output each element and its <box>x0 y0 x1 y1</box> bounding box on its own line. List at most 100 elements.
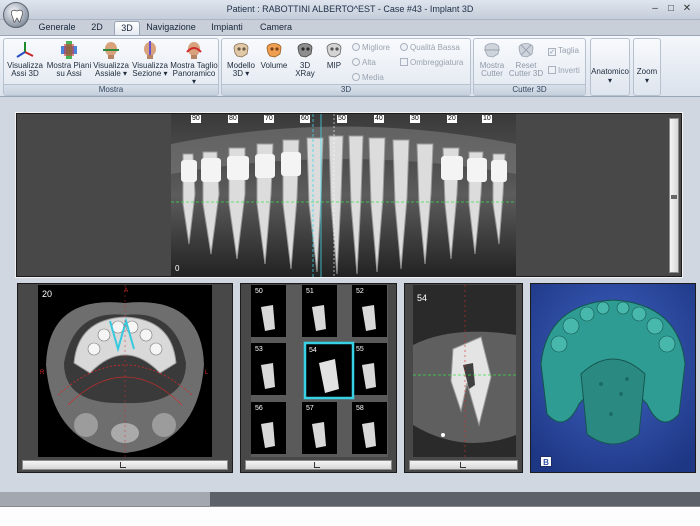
model-3d-label: B <box>540 456 552 467</box>
skull-model-icon <box>233 43 249 58</box>
volume-button[interactable]: Volume <box>258 40 290 85</box>
cross-section-graphic <box>251 285 387 454</box>
show-axial-button[interactable]: Visualizza Assiale ▾ <box>92 40 130 85</box>
zoom-button[interactable]: Zoom ▾ <box>633 38 661 96</box>
tab-generale[interactable]: Generale <box>34 21 80 35</box>
panoramic-view[interactable]: 90 80 70 60 50 40 30 20 10 0 <box>15 112 683 278</box>
axial-slice-number: 20 <box>42 289 53 299</box>
model-3d-button[interactable]: Modello 3D ▾ <box>224 40 258 85</box>
panoramic-corner-label: 0 <box>175 264 180 273</box>
tab-3d[interactable]: 3D <box>114 21 140 35</box>
maximize-icon[interactable]: □ <box>664 3 678 15</box>
section-detail-image: 54 <box>413 285 516 457</box>
tab-impianti[interactable]: Impianti <box>206 21 248 35</box>
skull-volume-icon <box>266 43 282 58</box>
section-label: 58 <box>356 405 364 412</box>
group-mostra: Visualizza Assi 3D Mostra Piani su Assi … <box>3 38 219 96</box>
ruler-label: 70 <box>264 115 274 123</box>
section-label: 52 <box>356 288 364 295</box>
axial-scrollbar[interactable] <box>22 460 228 470</box>
marker-left: L <box>205 370 209 376</box>
app-menu-button[interactable] <box>3 2 29 28</box>
option-alta[interactable]: Alta <box>352 58 376 67</box>
show-section-button[interactable]: Visualizza Sezione ▾ <box>130 40 170 85</box>
ruler-label: 60 <box>300 115 310 123</box>
jaw-3d-model-graphic <box>531 284 695 472</box>
planes-icon <box>61 41 77 59</box>
group-cutter-label: Cutter 3D <box>474 84 585 95</box>
axial-view[interactable]: 20 A R L <box>17 283 233 473</box>
scroll-thumb[interactable] <box>314 462 320 468</box>
marker-right: R <box>40 370 45 376</box>
scroll-thumb[interactable] <box>460 462 466 468</box>
axes-icon <box>16 42 34 58</box>
ruler-label: 20 <box>447 115 457 123</box>
section-label: 56 <box>255 405 263 412</box>
group-cutter: Mostra Cutter Reset Cutter 3D ✓ Taglia In… <box>473 38 586 96</box>
reset-cutter-button[interactable]: Reset Cutter 3D <box>508 40 544 85</box>
option-qualita-bassa[interactable]: Qualità Bassa <box>400 43 460 52</box>
show-planes-button[interactable]: Mostra Piani su Assi <box>46 40 92 85</box>
status-bar <box>0 506 700 526</box>
section-detail-scrollbar[interactable] <box>409 460 518 470</box>
cross-section-scrollbar[interactable] <box>245 460 392 470</box>
ruler-label: 30 <box>410 115 420 123</box>
section-label: 57 <box>306 405 314 412</box>
option-ombreggiatura[interactable]: Ombreggiatura <box>400 58 463 67</box>
workspace: 90 80 70 60 50 40 30 20 10 0 20 A R L 50… <box>0 97 700 492</box>
panoramic-xray-graphic <box>171 114 516 277</box>
group-3d: Modello 3D ▾ Volume 3D XRay MIP Migliore… <box>221 38 471 96</box>
option-inverti[interactable]: Inverti <box>548 66 580 75</box>
section-label-selected: 54 <box>309 347 317 354</box>
scroll-thumb[interactable] <box>671 195 677 199</box>
section-label: 50 <box>255 288 263 295</box>
section-detail-view[interactable]: 54 <box>404 283 523 473</box>
xray-3d-button[interactable]: 3D XRay <box>290 40 320 85</box>
group-3d-label: 3D <box>222 84 470 95</box>
show-3d-axes-button[interactable]: Visualizza Assi 3D <box>6 40 44 85</box>
anatomico-button[interactable]: Anatomico ▾ <box>590 38 630 96</box>
section-head-icon <box>144 41 156 59</box>
section-label: 55 <box>356 346 364 353</box>
close-icon[interactable]: ✕ <box>680 3 694 15</box>
minimize-icon[interactable]: – <box>648 3 662 15</box>
scroll-thumb[interactable] <box>120 462 126 468</box>
panoramic-head-icon <box>186 42 202 59</box>
status-area <box>0 492 700 526</box>
tab-navigazione[interactable]: Navigazione <box>144 21 198 35</box>
marker-anterior: A <box>124 288 129 294</box>
option-migliore[interactable]: Migliore <box>352 43 390 52</box>
model-3d-view[interactable]: B <box>530 283 696 473</box>
cross-section-grid[interactable]: 50 51 52 53 54 55 56 57 58 <box>240 283 397 473</box>
ribbon: Visualizza Assi 3D Mostra Piani su Assi … <box>0 35 700 97</box>
window-title: Patient : RABOTTINI ALBERTO^EST - Case #… <box>226 4 474 14</box>
ruler-label: 80 <box>228 115 238 123</box>
panoramic-image: 90 80 70 60 50 40 30 20 10 0 <box>171 114 516 277</box>
tab-2d[interactable]: 2D <box>84 21 110 35</box>
axial-image: 20 A R L <box>38 285 212 457</box>
ruler-label: 90 <box>191 115 201 123</box>
section-detail-graphic <box>413 285 516 457</box>
show-cutter-button[interactable]: Mostra Cutter <box>476 40 508 85</box>
axial-head-icon <box>103 42 119 59</box>
tooth-logo-icon <box>10 9 24 23</box>
status-strip <box>210 492 700 506</box>
group-mostra-label: Mostra <box>4 84 218 95</box>
section-label: 53 <box>255 346 263 353</box>
show-panoramic-button[interactable]: Mostra Taglio Panoramico ▾ <box>170 40 218 86</box>
ruler-label: 10 <box>482 115 492 123</box>
tab-camera[interactable]: Camera <box>256 21 296 35</box>
chevron-down-icon: ▾ <box>607 76 612 85</box>
panoramic-scrollbar[interactable] <box>669 118 679 273</box>
axial-xray-graphic <box>38 285 212 457</box>
cross-section-thumbnails: 50 51 52 53 54 55 56 57 58 <box>251 285 388 457</box>
chevron-down-icon: ▾ <box>644 76 649 85</box>
skull-xray-icon <box>297 43 313 58</box>
ruler-label: 40 <box>374 115 384 123</box>
option-media[interactable]: Media <box>352 73 384 82</box>
mip-button[interactable]: MIP <box>320 40 348 85</box>
ruler-label: 50 <box>337 115 347 123</box>
option-taglia[interactable]: ✓ Taglia <box>548 46 579 56</box>
cutter-icon <box>484 43 500 58</box>
title-bar: Patient : RABOTTINI ALBERTO^EST - Case #… <box>0 0 700 20</box>
